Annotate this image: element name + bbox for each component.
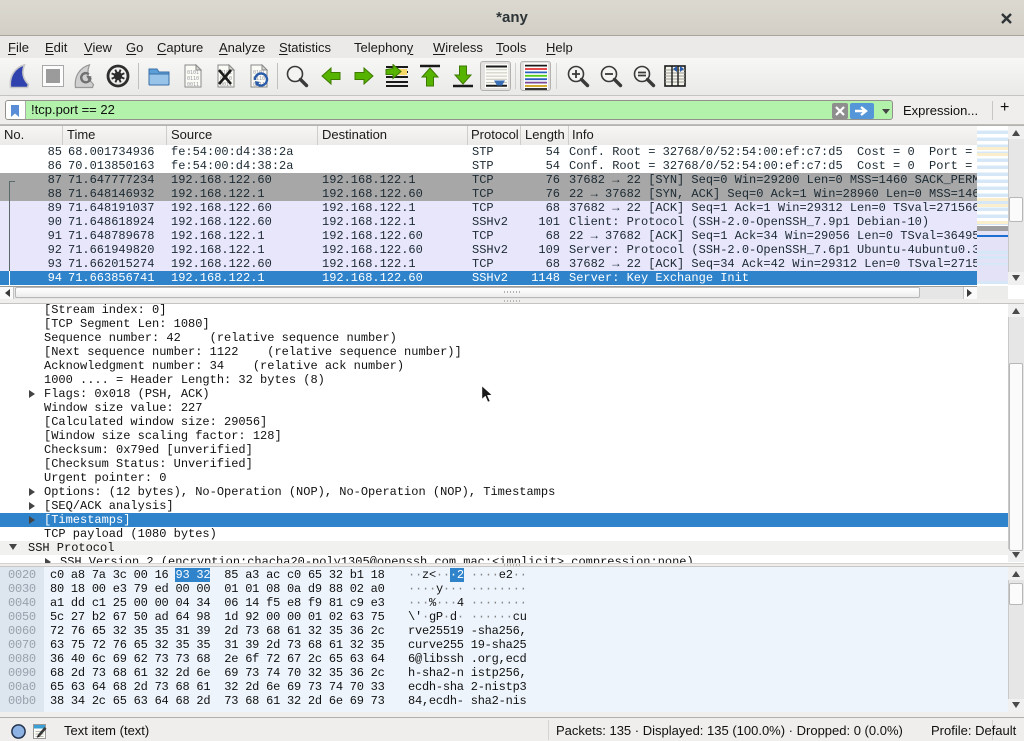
svg-text:0011: 0011 <box>187 82 199 88</box>
